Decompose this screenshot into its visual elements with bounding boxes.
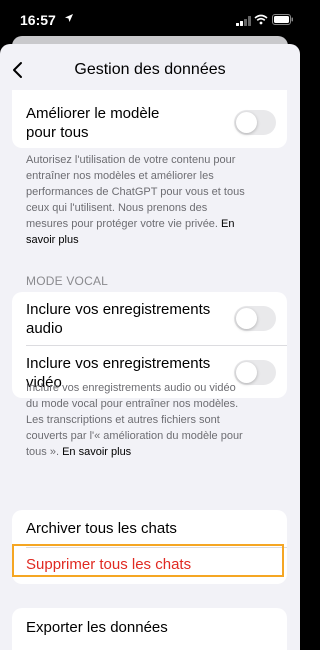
signal-icon (236, 16, 251, 26)
page-title: Gestion des données (74, 61, 226, 78)
location-arrow-icon (65, 14, 73, 22)
improve-model-toggle[interactable] (234, 110, 276, 135)
improve-model-label: Améliorer le modèle pour tous (26, 105, 160, 141)
nav-bar: Gestion des données (0, 44, 300, 96)
voice-mode-section-header: MODE VOCAL (26, 274, 109, 288)
learn-more-link-cont[interactable]: savoir plus (26, 234, 79, 246)
export-card: Exporter les données (12, 608, 287, 650)
improve-model-card: Améliorer le modèle pour tous (12, 90, 287, 148)
voice-mode-footnote: Inclure vos enregistrements audio ou vid… (26, 382, 243, 458)
status-bar: 16:57 (0, 0, 300, 36)
battery-icon (272, 14, 293, 25)
include-audio-toggle[interactable] (234, 306, 276, 331)
wifi-icon (254, 14, 268, 25)
data-controls-sheet: Gestion des données Améliorer le modèle … (0, 44, 300, 650)
row-divider (26, 345, 287, 346)
include-audio-label: Inclure vos enregistrements audio (26, 301, 211, 337)
highlight-box (12, 544, 284, 577)
voice-learn-more-link[interactable]: En savoir plus (62, 446, 131, 458)
improve-model-footnote: Autorisez l'utilisation de votre contenu… (26, 154, 245, 246)
export-data-button[interactable]: Exporter les données (26, 618, 168, 637)
archive-all-chats-button[interactable]: Archiver tous les chats (26, 519, 177, 538)
status-time: 16:57 (20, 12, 56, 28)
learn-more-link[interactable]: En (221, 218, 234, 230)
